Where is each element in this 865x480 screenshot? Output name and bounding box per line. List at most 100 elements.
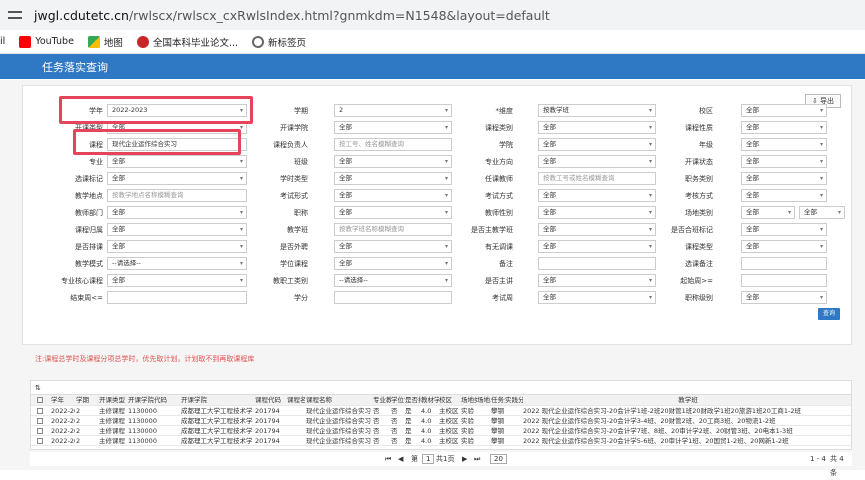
form-field[interactable]: 全部 (107, 172, 247, 185)
page-size-select[interactable]: 20 (490, 454, 507, 464)
total-pages: 共1页 (436, 455, 455, 463)
form-field[interactable]: 全部 (334, 240, 452, 253)
newtab-icon (252, 35, 264, 48)
form-field[interactable]: --请选择-- (107, 257, 247, 270)
table-cell: 实验 (461, 437, 474, 445)
table-cell: 攀钢 (491, 407, 504, 415)
form-label: 课程归属 (75, 226, 103, 234)
form-field[interactable]: 全部 (538, 121, 656, 134)
form-field[interactable] (741, 274, 827, 287)
form-field[interactable]: 按教学班 (538, 104, 656, 117)
page-input[interactable]: 1 (422, 454, 435, 464)
address-bar[interactable]: jwgl.cdutetc.cn/rwlscx/rwlscx_cxRwlsInde… (0, 0, 865, 30)
form-field[interactable]: 全部 (538, 223, 656, 236)
form-field[interactable]: 全部 (334, 257, 452, 270)
table-cell: 攀钢 (491, 417, 504, 425)
table-cell: 4.0 (421, 407, 432, 415)
form-field[interactable]: --请选择-- (334, 274, 452, 287)
column-header: 开课学院 (181, 396, 207, 404)
row-checkbox[interactable] (37, 418, 43, 424)
form-label: 班级 (294, 158, 308, 166)
form-label: 选课备注 (685, 260, 713, 268)
form-field[interactable] (741, 257, 827, 270)
form-field[interactable]: 全部 (334, 189, 452, 202)
last-page-icon[interactable]: ⏭ (474, 452, 480, 466)
bookmark-youtube[interactable]: YouTube (19, 35, 74, 48)
form-field[interactable]: 全部 (741, 155, 827, 168)
table-cell: 2022-2023 (51, 437, 75, 445)
table-cell: 主校区 (439, 417, 459, 425)
form-field[interactable]: 全部 (741, 121, 827, 134)
form-field[interactable]: 全部 (334, 121, 452, 134)
form-field-secondary[interactable]: 全部 (799, 206, 845, 219)
row-checkbox[interactable] (37, 397, 43, 403)
bookmark-maps[interactable]: 地图 (87, 35, 123, 49)
form-label: 课程性质 (685, 124, 713, 132)
first-page-icon[interactable]: ⏮ (385, 452, 391, 466)
form-field[interactable]: 全部 (741, 291, 827, 304)
next-page-icon[interactable]: ▶ (462, 452, 467, 466)
form-field[interactable] (538, 257, 656, 270)
table-cell: 现代企业运作综合实习 (306, 427, 371, 435)
table-row[interactable]: 2022-20232 主修课程1130000 成都理工大学工程技术学院201794 现… (31, 426, 851, 436)
table-cell: 是 (405, 417, 412, 425)
form-field[interactable]: 全部 (107, 240, 247, 253)
form-field[interactable]: 全部 (741, 223, 827, 236)
form-field[interactable]: 全部 (107, 223, 247, 236)
table-cell: 成都理工大学工程技术学院 (181, 437, 253, 445)
form-field[interactable]: 按教学地点名称模糊查询 (107, 189, 247, 202)
query-button[interactable]: 查询 (818, 308, 840, 320)
column-header: 开课学院代码 (128, 396, 167, 404)
form-field[interactable]: 全部 (741, 189, 827, 202)
form-field[interactable]: 2 (334, 104, 452, 117)
table-cell: 现代企业运作综合实习 (306, 417, 371, 425)
site-settings-icon[interactable] (8, 8, 22, 22)
form-field[interactable]: 全部 (107, 206, 247, 219)
form-field[interactable]: 全部 (538, 155, 656, 168)
row-checkbox[interactable] (37, 438, 43, 444)
form-field[interactable]: 按教工号或姓名模糊查询 (538, 172, 656, 185)
form-label: 场地类别 (685, 209, 713, 217)
bookmark-newtab[interactable]: 新标签页 (252, 35, 306, 49)
table-cell: 主修课程 (99, 417, 125, 425)
form-label: 专业核心课程 (61, 277, 103, 285)
form-field[interactable] (107, 291, 247, 304)
form-label: 学时类型 (280, 175, 308, 183)
column-header: 课程代码 (255, 396, 281, 404)
form-field[interactable]: 按工号、姓名模糊查询 (334, 138, 452, 151)
form-field[interactable]: 全部 (107, 155, 247, 168)
table-cell: 4.0 (421, 427, 432, 435)
form-field[interactable]: 按教学班名称模糊查询 (334, 223, 452, 236)
form-field[interactable]: 全部 (538, 274, 656, 287)
bookmark-il[interactable]: il (0, 36, 5, 47)
form-field[interactable]: 全部 (538, 189, 656, 202)
table-toolbar[interactable]: ⇅ (31, 381, 851, 395)
form-field[interactable]: 全部 (538, 240, 656, 253)
form-field[interactable]: 全部 (107, 274, 247, 287)
form-field[interactable]: 全部 (334, 206, 452, 219)
form-field[interactable]: 全部 (538, 206, 656, 219)
form-field[interactable]: 全部 (334, 155, 452, 168)
form-field[interactable]: 全部 (334, 172, 452, 185)
form-field[interactable]: 全部 (741, 104, 827, 117)
form-field[interactable]: 全部 (741, 172, 827, 185)
table-cell: 现代企业运作综合实习 (306, 437, 371, 445)
form-field[interactable]: 全部 (538, 291, 656, 304)
row-checkbox[interactable] (37, 428, 43, 434)
form-field[interactable]: 全部 (538, 138, 656, 151)
form-field[interactable]: 全部 (741, 138, 827, 151)
form-field[interactable]: 全部 (741, 240, 827, 253)
table-row[interactable]: 2022-20232 主修课程1130000 成都理工大学工程技术学院201794 现… (31, 406, 851, 416)
content-area: ⇩ 导出 学年2022-2023学期2*维度按教学班校区全部开课类型全部开课学院… (0, 80, 865, 477)
table-row[interactable]: 2022-20232 主修课程1130000 成都理工大学工程技术学院201794 现… (31, 416, 851, 426)
form-field[interactable] (334, 291, 452, 304)
form-label: 教师性别 (485, 209, 513, 217)
result-table: ⇅ 学年 学期 开课类型开课学院代码 开课学院 课程代码课程名课程名称 专业教学学位课程是… (30, 380, 852, 450)
row-checkbox[interactable] (37, 408, 43, 414)
table-row[interactable]: 2022-20232 主修课程1130000 成都理工大学工程技术学院201794 现… (31, 436, 851, 446)
column-header: 实践分 (505, 396, 523, 404)
bookmark-thesis[interactable]: 全国本科毕业论文... (136, 35, 238, 49)
form-field[interactable]: 全部 (741, 206, 795, 219)
prev-page-icon[interactable]: ◀ (398, 452, 403, 466)
url-text[interactable]: jwgl.cdutetc.cn/rwlscx/rwlscx_cxRwlsInde… (34, 8, 550, 23)
